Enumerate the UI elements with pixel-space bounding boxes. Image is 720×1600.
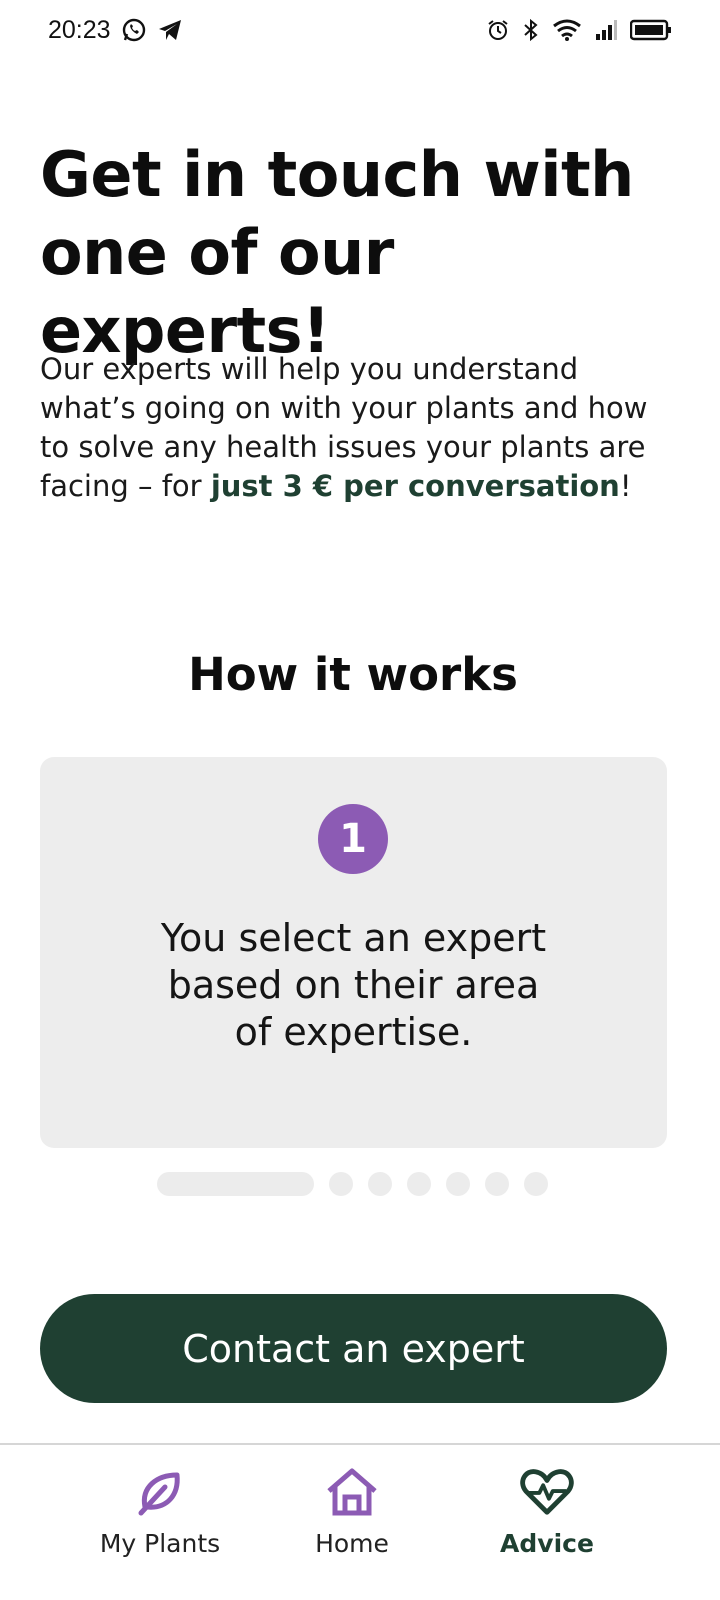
- home-icon: [325, 1465, 379, 1519]
- step-number-badge: 1: [318, 804, 388, 874]
- nav-label-my-plants: My Plants: [99, 1529, 221, 1558]
- battery-icon: [630, 18, 672, 42]
- contact-expert-button[interactable]: Contact an expert: [40, 1294, 667, 1403]
- wifi-icon: [552, 18, 582, 42]
- heart-pulse-icon: [520, 1465, 574, 1519]
- intro-text-end: !: [619, 469, 632, 503]
- status-left: 20:23: [48, 16, 183, 45]
- bottom-nav: My Plants Home Advice: [0, 1443, 720, 1600]
- intro-text: Our experts will help you understand wha…: [40, 350, 650, 506]
- pager-dot[interactable]: [407, 1172, 431, 1196]
- nav-item-my-plants[interactable]: My Plants: [60, 1445, 260, 1575]
- pager-dot[interactable]: [329, 1172, 353, 1196]
- whatsapp-icon: [121, 17, 147, 43]
- step-description: You select an expert based on their area…: [160, 916, 547, 1054]
- nav-label-advice: Advice: [500, 1529, 594, 1558]
- price-highlight: just 3 € per conversation: [210, 469, 620, 503]
- nav-item-advice[interactable]: Advice: [447, 1445, 647, 1575]
- telegram-icon: [157, 17, 183, 43]
- leaf-icon: [133, 1465, 187, 1519]
- nav-item-home[interactable]: Home: [252, 1445, 452, 1575]
- page-title: Get in touch with one of our experts!: [40, 138, 634, 367]
- pager-dot[interactable]: [524, 1172, 548, 1196]
- carousel-pager: [157, 1172, 548, 1196]
- pager-dot-active[interactable]: [157, 1172, 314, 1196]
- pager-dot[interactable]: [368, 1172, 392, 1196]
- signal-icon: [594, 18, 618, 42]
- alarm-icon: [486, 18, 510, 42]
- status-bar: 20:23: [0, 0, 720, 60]
- bluetooth-icon: [522, 18, 540, 42]
- pager-dot[interactable]: [485, 1172, 509, 1196]
- pager-dot[interactable]: [446, 1172, 470, 1196]
- nav-label-home: Home: [315, 1529, 389, 1558]
- step-card[interactable]: 1 You select an expert based on their ar…: [40, 757, 667, 1148]
- screen: 20:23 Get in touch with one of our exper…: [0, 0, 720, 1600]
- status-time: 20:23: [48, 15, 111, 44]
- status-right: [486, 18, 672, 42]
- how-it-works-title: How it works: [188, 648, 518, 701]
